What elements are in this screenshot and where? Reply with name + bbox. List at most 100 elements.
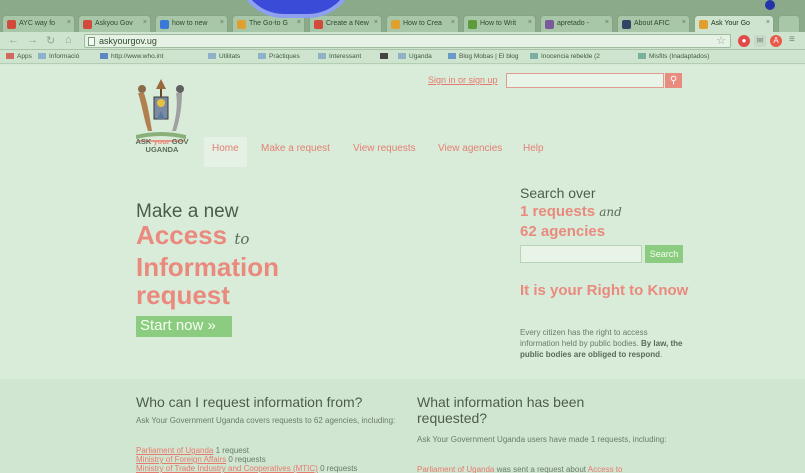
- close-icon[interactable]: ×: [297, 19, 301, 26]
- bookmark-item[interactable]: Misfits (Inadaptados): [638, 53, 709, 60]
- signin-link[interactable]: Sign in or sign up: [428, 75, 498, 85]
- extension-icon[interactable]: ●: [738, 35, 750, 47]
- address-bar[interactable]: askyourgov.ug ☆: [84, 34, 731, 48]
- folder-icon: [38, 53, 46, 59]
- browser-tabbar: AYC way fo × Askyou Gov × how to new × The …: [0, 0, 805, 32]
- home-icon[interactable]: ⌂: [65, 34, 72, 46]
- new-tab-button[interactable]: [778, 15, 800, 32]
- bookmark-item[interactable]: Blog Mobas | El blog: [448, 53, 519, 60]
- bookmark-item[interactable]: http://www.who.int: [100, 53, 163, 60]
- close-icon[interactable]: ×: [451, 19, 455, 26]
- bookmark-item[interactable]: Inocencia rebelde (2: [530, 53, 600, 60]
- search-icon[interactable]: ⚲: [665, 73, 682, 88]
- browser-tab[interactable]: Askyou Gov ×: [78, 15, 151, 32]
- page-icon: [88, 37, 95, 46]
- browser-tab[interactable]: Create a New ×: [309, 15, 382, 32]
- close-icon[interactable]: ×: [766, 19, 770, 26]
- bookmark-item[interactable]: Utilitats: [208, 53, 240, 60]
- uganda-coat-of-arms-icon: [136, 79, 186, 142]
- bookmark-item[interactable]: Apps: [6, 53, 32, 60]
- folder-icon: [258, 53, 266, 59]
- browser-toolbar: ← → ↻ ⌂ askyourgov.ug ☆ ● ✉ A ≡: [0, 32, 805, 50]
- close-icon[interactable]: ×: [143, 19, 147, 26]
- tab-favicon: [391, 20, 400, 29]
- overlay-dot: [765, 0, 775, 10]
- nav-make-request[interactable]: Make a request: [253, 137, 338, 167]
- close-icon[interactable]: ×: [682, 19, 686, 26]
- tab-favicon: [545, 20, 554, 29]
- mail-icon[interactable]: ✉: [754, 35, 766, 47]
- agency-list-item: Parliament of Uganda 1 request: [136, 446, 249, 455]
- browser-tab[interactable]: How to Writ ×: [463, 15, 536, 32]
- close-icon[interactable]: ×: [374, 19, 378, 26]
- browser-tab[interactable]: About AFIC ×: [617, 15, 690, 32]
- menu-icon[interactable]: ≡: [789, 34, 795, 45]
- lower-section: Who can I request information from? Ask …: [0, 379, 805, 473]
- request-list-item: Parliament of Uganda was sent a request …: [417, 465, 623, 473]
- back-icon[interactable]: ←: [8, 34, 19, 46]
- bookmarks-bar: Apps Informació http://www.who.int Utili…: [0, 50, 805, 64]
- tab-favicon: [237, 20, 246, 29]
- close-icon[interactable]: ×: [528, 19, 532, 26]
- tab-favicon: [468, 20, 477, 29]
- folder-icon: [398, 53, 406, 59]
- tab-favicon: [7, 20, 16, 29]
- nav-view-agencies[interactable]: View agencies: [430, 137, 510, 167]
- bookmark-item[interactable]: Informació: [38, 53, 79, 60]
- tab-favicon: [699, 20, 708, 29]
- apps-icon: [6, 53, 14, 59]
- who-heading: Who can I request information from?: [136, 394, 363, 410]
- search-heading: Search over: [520, 185, 596, 201]
- close-icon[interactable]: ×: [605, 19, 609, 26]
- browser-tab[interactable]: apretado - ×: [540, 15, 613, 32]
- bookmark-icon: [530, 53, 538, 59]
- bookmark-item[interactable]: Pràctiques: [258, 53, 300, 60]
- tab-favicon: [622, 20, 631, 29]
- bookmark-icon: [638, 53, 646, 59]
- bookmark-icon: [100, 53, 108, 59]
- start-now-button[interactable]: Start now »: [136, 316, 232, 337]
- folder-icon: [208, 53, 216, 59]
- star-icon[interactable]: ☆: [716, 34, 726, 47]
- browser-tab[interactable]: how to new ×: [155, 15, 228, 32]
- browser-tab[interactable]: How to Crea ×: [386, 15, 459, 32]
- browser-tab-active[interactable]: Ask Your Go ×: [694, 15, 774, 32]
- bookmark-item[interactable]: Uganda: [398, 53, 432, 60]
- reload-icon[interactable]: ↻: [46, 34, 55, 47]
- folder-icon: [318, 53, 326, 59]
- bookmark-item[interactable]: [380, 53, 391, 60]
- what-heading: What information has been requested?: [417, 394, 585, 426]
- tab-favicon: [314, 20, 323, 29]
- agency-list-item: Ministry of Trade Industry and Cooperati…: [136, 464, 358, 473]
- agency-link[interactable]: Parliament of Uganda: [417, 465, 494, 473]
- bookmark-icon: [380, 53, 388, 59]
- search-counts: 1 requests and 62 agencies: [520, 203, 622, 240]
- forward-icon[interactable]: →: [27, 34, 38, 46]
- bookmark-item[interactable]: Interessant: [318, 53, 361, 60]
- bookmark-icon: [448, 53, 456, 59]
- what-intro: Ask Your Government Uganda users have ma…: [417, 435, 667, 444]
- close-icon[interactable]: ×: [220, 19, 224, 26]
- agency-link[interactable]: Ministry of Trade Industry and Cooperati…: [136, 464, 318, 473]
- nav-help[interactable]: Help: [515, 137, 552, 167]
- web-page: Sign in or sign up ⚲ ASK your GOV UGANDA…: [0, 65, 805, 473]
- agency-link[interactable]: Parliament of Uganda: [136, 446, 213, 455]
- site-search-input[interactable]: [506, 73, 664, 88]
- browser-tab[interactable]: AYC way fo ×: [2, 15, 75, 32]
- site-logo-text[interactable]: ASK your GOV UGANDA: [122, 138, 202, 154]
- nav-view-requests[interactable]: View requests: [345, 137, 424, 167]
- agency-link[interactable]: Ministry of Foreign Affairs: [136, 455, 226, 464]
- right-to-know-text: Every citizen has the right to access in…: [520, 328, 683, 359]
- close-icon[interactable]: ×: [67, 19, 71, 26]
- agency-list-item: Ministry of Foreign Affairs 0 requests: [136, 455, 266, 464]
- who-intro: Ask Your Government Uganda covers reques…: [136, 416, 396, 425]
- nav-home[interactable]: Home: [204, 137, 247, 167]
- search-input[interactable]: [520, 245, 642, 263]
- request-link[interactable]: Access to: [588, 465, 623, 473]
- extension-icon[interactable]: A: [770, 35, 782, 47]
- tab-favicon: [83, 20, 92, 29]
- search-button[interactable]: Search: [645, 245, 683, 263]
- tab-favicon: [160, 20, 169, 29]
- right-to-know-heading: It is your Right to Know: [520, 282, 689, 299]
- hero-title: Access to Information request: [136, 220, 279, 310]
